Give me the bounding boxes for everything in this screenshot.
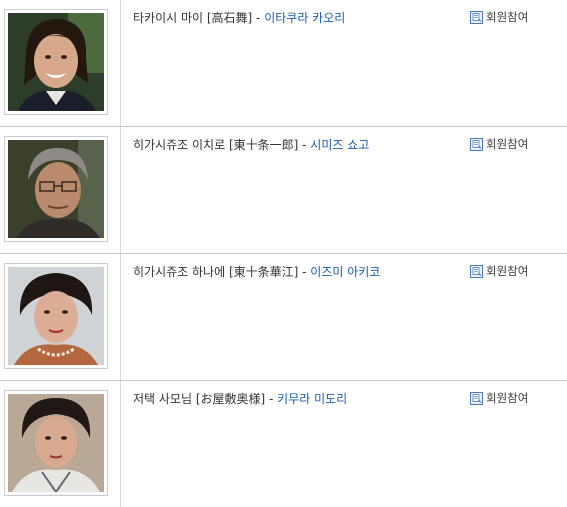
role-separator: -: [252, 11, 265, 25]
member-join-icon: [470, 391, 483, 405]
member-join-icon: [470, 264, 483, 278]
cast-photo[interactable]: [8, 394, 104, 492]
role-separator: -: [298, 138, 311, 152]
photo-cell: [0, 381, 121, 507]
join-label: 회원참여: [486, 10, 529, 24]
cast-photo[interactable]: [8, 267, 104, 365]
cast-photo-frame[interactable]: [4, 9, 108, 115]
cast-row: 타카이시 마이 [高石舞] - 이타쿠라 카오리 회원참여: [0, 0, 567, 126]
join-button[interactable]: 회원참여: [470, 9, 528, 25]
role-separator: -: [298, 265, 311, 279]
member-join-icon: [470, 137, 483, 151]
cast-photo-frame[interactable]: [4, 136, 108, 242]
join-label: 회원참여: [486, 391, 529, 405]
cast-photo[interactable]: [8, 13, 104, 111]
join-label: 회원참여: [486, 137, 529, 151]
role-name: 저택 사모님 [お屋敷奥様]: [133, 392, 266, 406]
role-separator: -: [265, 392, 278, 406]
cast-photo[interactable]: [8, 140, 104, 238]
actor-link[interactable]: 시미즈 쇼고: [310, 138, 369, 152]
photo-cell: [0, 254, 121, 380]
cast-list: 타카이시 마이 [高石舞] - 이타쿠라 카오리 회원참여 히가시쥬조 이치로 …: [0, 0, 567, 507]
join-button[interactable]: 회원참여: [470, 136, 528, 152]
member-join-icon: [470, 10, 483, 24]
cast-photo-frame[interactable]: [4, 390, 108, 496]
join-label: 회원참여: [486, 264, 529, 278]
role-name: 타카이시 마이 [高石舞]: [133, 11, 253, 25]
role-name: 히가시쥬조 이치로 [東十条一郎]: [133, 138, 299, 152]
role-line: 히가시쥬조 이치로 [東十条一郎] - 시미즈 쇼고: [133, 136, 369, 153]
actor-link[interactable]: 키무라 미도리: [277, 392, 347, 406]
actor-link[interactable]: 이즈미 아키코: [310, 265, 380, 279]
role-line: 저택 사모님 [お屋敷奥様] - 키무라 미도리: [133, 390, 347, 407]
photo-cell: [0, 127, 121, 253]
actor-link[interactable]: 이타쿠라 카오리: [264, 11, 345, 25]
role-line: 히가시쥬조 하나에 [東十条華江] - 이즈미 아키코: [133, 263, 380, 280]
join-button[interactable]: 회원참여: [470, 263, 528, 279]
photo-cell: [0, 0, 121, 126]
cast-photo-frame[interactable]: [4, 263, 108, 369]
cast-row: 히가시쥬조 이치로 [東十条一郎] - 시미즈 쇼고 회원참여: [0, 127, 567, 253]
role-name: 히가시쥬조 하나에 [東十条華江]: [133, 265, 299, 279]
cast-row: 저택 사모님 [お屋敷奥様] - 키무라 미도리 회원참여: [0, 381, 567, 507]
join-button[interactable]: 회원참여: [470, 390, 528, 406]
role-line: 타카이시 마이 [高石舞] - 이타쿠라 카오리: [133, 9, 345, 26]
cast-row: 히가시쥬조 하나에 [東十条華江] - 이즈미 아키코 회원참여: [0, 254, 567, 380]
